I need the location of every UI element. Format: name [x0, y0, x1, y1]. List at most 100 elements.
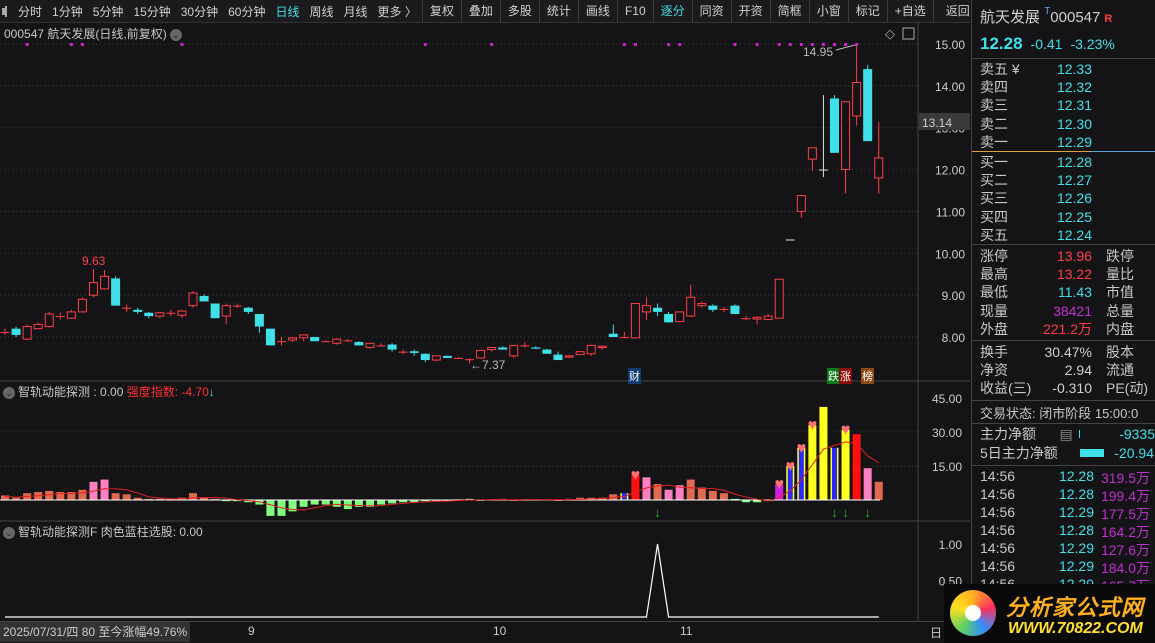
- row-label: 现量: [980, 302, 1008, 319]
- candle-body: [398, 351, 408, 353]
- candle-body: [708, 305, 718, 310]
- candle-body: [88, 282, 98, 296]
- candle-body: [807, 147, 817, 160]
- quote-row: 买一 12.28: [972, 153, 1155, 171]
- candle-body: [498, 347, 508, 350]
- candle-body: [542, 349, 552, 354]
- list-icon[interactable]: ▤: [1060, 426, 1074, 443]
- candle-body: [100, 275, 110, 290]
- row-label: 最低: [980, 284, 1008, 301]
- indicator-axis-label: 30.00: [932, 426, 962, 440]
- row-value: 13.96: [1056, 247, 1092, 264]
- candle-body: [575, 351, 585, 356]
- candle-body: [354, 342, 364, 346]
- signal-dot: [755, 43, 759, 46]
- row-label-2: 市值: [1106, 284, 1134, 301]
- row-value: 12.25: [1056, 208, 1092, 225]
- main5-net-value: -20.94: [1114, 444, 1154, 461]
- signal-dot: [667, 43, 671, 46]
- row-label: 买二: [980, 172, 1008, 189]
- current-price-label: 13.14: [922, 116, 952, 130]
- quote-row: 买四 12.25: [972, 208, 1155, 226]
- row-label: 换手: [980, 343, 1008, 360]
- candle-body: [321, 341, 331, 343]
- chevron-down-icon[interactable]: ⌄: [3, 386, 15, 399]
- chevron-down-icon[interactable]: ⌄: [3, 526, 15, 539]
- month-tick: 9: [248, 624, 255, 638]
- quote-row: 卖三 12.31: [972, 96, 1155, 114]
- tick-row: 14:56 12.28 319.5万: [972, 468, 1155, 486]
- candle-body: [487, 346, 497, 351]
- row-label-2: 总量: [1106, 302, 1134, 319]
- row-label-2: 跌停: [1106, 247, 1134, 264]
- candle-body: [332, 338, 342, 344]
- tick-volume: 127.6万: [1100, 541, 1150, 558]
- candle-body: [111, 278, 121, 306]
- row-value: 12.29: [1056, 133, 1092, 150]
- indicator-bar: [686, 479, 695, 500]
- indicator-bar: [874, 481, 883, 500]
- quote-row: 换手 30.47% 股本: [972, 343, 1155, 361]
- candle-body: [221, 305, 231, 317]
- stock-header: 航天发展 T000547 R: [972, 0, 1155, 34]
- row-label: 卖五 ¥: [980, 61, 1020, 78]
- row-value: 13.22: [1056, 266, 1092, 283]
- badge-list[interactable]: 榜: [861, 368, 874, 384]
- indicator2-label: 肉色蓝柱选股: 0.00: [100, 525, 203, 539]
- tick-price: 12.28: [1058, 521, 1094, 538]
- signal-dot: [788, 43, 792, 46]
- signal-dot: [180, 43, 184, 46]
- indicator-bar: [321, 500, 330, 505]
- strength-index: 强度指数: -4.70: [126, 385, 209, 399]
- stock-code: 000547: [1050, 9, 1101, 26]
- candle-body: [299, 334, 309, 339]
- quote-row: 卖一 12.29: [972, 133, 1155, 151]
- candle-body: [409, 351, 419, 353]
- candle-body: [752, 316, 762, 320]
- quote-row: 卖四 12.32: [972, 78, 1155, 96]
- signal-dot: [423, 43, 427, 46]
- tick-time: 14:56: [980, 503, 1016, 520]
- badge-rise[interactable]: 涨: [839, 368, 852, 384]
- row-value: 12.30: [1056, 115, 1092, 132]
- tick-price: 12.28: [1058, 467, 1094, 484]
- indicator-bar: [719, 493, 728, 500]
- price-axis-label: 12.00: [935, 164, 965, 178]
- heart-icon: ♥: [631, 467, 641, 484]
- candle-body: [343, 340, 353, 342]
- down-arrow-icon: ↓: [842, 504, 849, 520]
- tick-time: 14:56: [980, 557, 1016, 574]
- price-change: -0.41: [1030, 36, 1063, 52]
- indicator2-name: 智轨动能探测F: [18, 525, 98, 539]
- down-arrow-icon: ↓: [864, 504, 871, 520]
- indicator-bar: [122, 494, 131, 500]
- price-axis-label: 9.00: [942, 289, 966, 303]
- candle-body: [509, 344, 519, 357]
- tick-list[interactable]: 14:56 12.28 319.5万 14:56 12.28 199.4万 14:56 12.…: [972, 466, 1155, 594]
- quote-row: 净资 2.94 流通: [972, 361, 1155, 379]
- stock-name: 航天发展: [980, 9, 1041, 26]
- signal-dot: [855, 43, 859, 46]
- candle-body: [796, 195, 806, 212]
- candle-body: [277, 341, 286, 343]
- month-tick: 10: [493, 624, 507, 638]
- candle-body: [365, 342, 375, 348]
- row-label: 买三: [980, 190, 1008, 207]
- row-value: 221.2万: [1042, 320, 1092, 337]
- signal-dot: [622, 43, 626, 46]
- candle-body: [210, 303, 220, 319]
- candle-body: [144, 312, 154, 317]
- period-corner[interactable]: 日: [930, 624, 942, 641]
- tick-volume: 184.0万: [1100, 559, 1150, 576]
- indicator-bar-edge: [837, 447, 839, 500]
- heart-icon: ♥: [808, 417, 818, 434]
- badge-finance[interactable]: 财: [628, 368, 641, 384]
- tick-time: 14:56: [980, 539, 1016, 556]
- candle-body: [830, 98, 839, 153]
- row-label-2: PE(动): [1106, 380, 1148, 397]
- candle-body: [520, 345, 530, 347]
- signal-dot: [80, 43, 84, 46]
- price-row: 12.28 -0.41 -3.23%: [972, 34, 1155, 56]
- candle-body: [818, 169, 828, 171]
- indicator-bar-edge: [830, 447, 832, 500]
